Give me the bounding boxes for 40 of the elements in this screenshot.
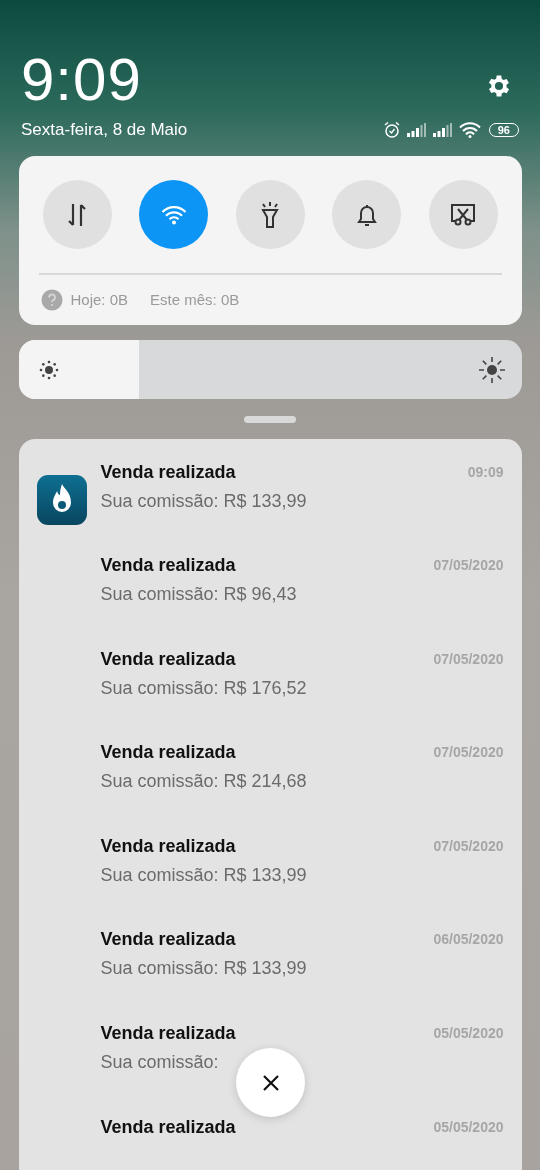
close-icon: [261, 1073, 280, 1092]
flame-app-icon[interactable]: [36, 474, 87, 525]
notification-time: 06/05/2020: [433, 931, 504, 948]
notification-text[interactable]: Sua comissão: R$ 133,99: [100, 490, 307, 512]
brightness-slider[interactable]: [18, 339, 522, 399]
data-usage-month: Este mês: 0B: [150, 291, 240, 308]
notification-title[interactable]: Venda realizada: [100, 645, 236, 672]
wifi-icon: [458, 122, 481, 138]
notification-title[interactable]: Venda realizada: [100, 739, 236, 766]
wifi-icon: [160, 204, 187, 225]
notification-time: 05/05/2020: [433, 1025, 504, 1042]
drag-handle[interactable]: [244, 415, 296, 423]
notification-text[interactable]: Sua comissão: R$ 133,99: [100, 958, 307, 980]
brightness-low-icon: [37, 358, 60, 381]
notification-text[interactable]: Sua comissão:: [100, 1052, 219, 1074]
alarm-icon: [382, 121, 401, 139]
notification-time: 07/05/2020: [433, 650, 504, 667]
notification-time: 09:09: [467, 463, 504, 480]
notification-time: 05/05/2020: [433, 1118, 504, 1135]
notification-time: 07/05/2020: [433, 837, 504, 854]
notification-title[interactable]: Venda realizada: [100, 552, 236, 579]
notification-text[interactable]: Sua comissão: R$ 176,52: [100, 677, 307, 699]
date-text: Sexta-feira, 8 de Maio: [21, 120, 188, 140]
notification-text[interactable]: Sua comissão: R$ 214,68: [100, 771, 307, 793]
data-usage-today: Hoje: 0B: [70, 291, 129, 308]
signal-icon: [432, 123, 453, 137]
notification-title[interactable]: Venda realizada: [100, 1020, 236, 1047]
screenshot-scissors-icon: [450, 202, 476, 227]
notification-time: 07/05/2020: [433, 744, 504, 761]
notification-title[interactable]: Venda realizada: [100, 832, 236, 859]
notification-text[interactable]: Sua comissão: R$ 133,99: [100, 864, 307, 886]
help-icon: [40, 288, 63, 311]
notification-time: 07/05/2020: [433, 557, 504, 574]
clock-time: 9:09: [21, 45, 142, 115]
brightness-high-icon: [477, 355, 506, 384]
notification-title[interactable]: Venda realizada: [100, 1113, 236, 1140]
signal-icon: [406, 123, 427, 137]
notification-title[interactable]: Venda realizada: [100, 926, 236, 953]
notification-text[interactable]: Sua comissão: R$ 96,43: [100, 584, 297, 606]
notification-title[interactable]: Venda realizada: [100, 458, 236, 485]
